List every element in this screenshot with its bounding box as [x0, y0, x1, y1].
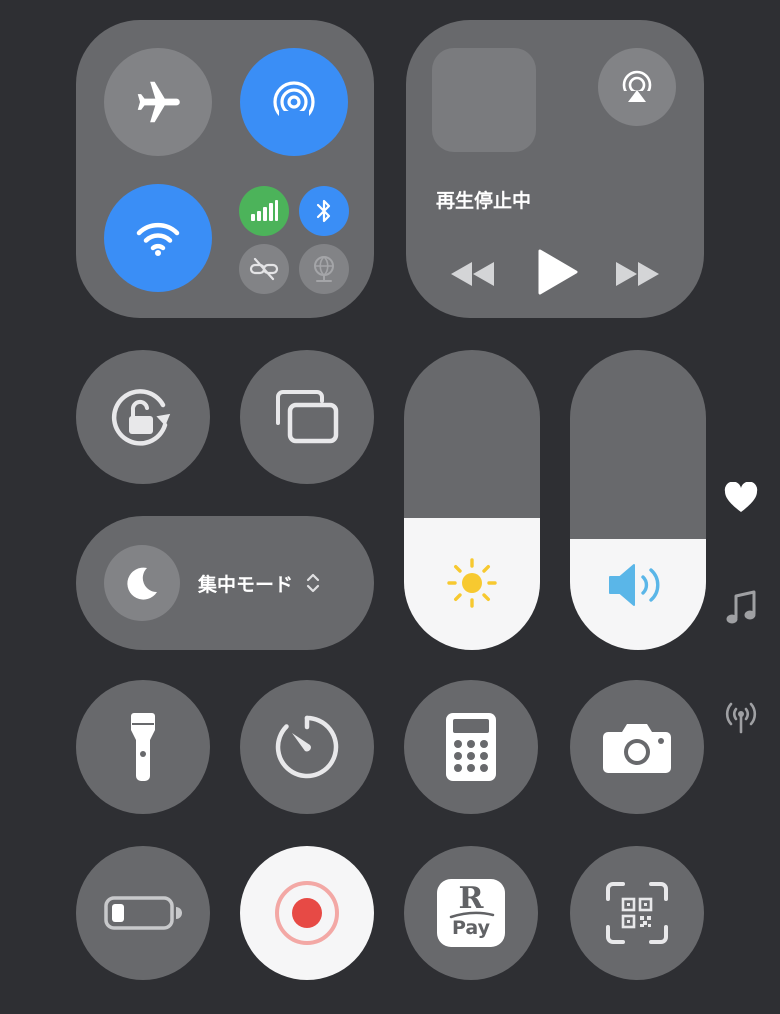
rakuten-pay-app-icon: R Pay — [437, 879, 505, 947]
timer-button[interactable] — [240, 680, 374, 814]
speaker-volume-icon — [609, 564, 660, 606]
flashlight-button[interactable] — [76, 680, 210, 814]
chevron-up-down-icon — [306, 573, 320, 593]
pay-logo-swoosh — [449, 911, 495, 919]
moon-icon — [127, 567, 157, 600]
bluetooth-icon — [316, 199, 331, 223]
link-off-icon — [249, 257, 279, 281]
camera-button[interactable] — [570, 680, 704, 814]
screen-mirroring-button[interactable] — [240, 350, 374, 484]
qr-scanner-icon — [606, 882, 668, 944]
bluetooth-button[interactable] — [299, 186, 349, 236]
album-artwork[interactable] — [432, 48, 536, 152]
play-icon — [538, 249, 578, 295]
low-power-mode-button[interactable] — [76, 846, 210, 980]
screen-mirroring-icon — [276, 390, 339, 444]
camera-icon — [603, 724, 671, 773]
volume-slider[interactable] — [570, 350, 706, 650]
heart-icon[interactable] — [724, 482, 758, 514]
moon-icon-bubble — [104, 545, 180, 621]
code-scanner-button[interactable] — [570, 846, 704, 980]
globe-network-icon — [314, 256, 334, 282]
flashlight-icon — [131, 713, 155, 781]
focus-mode-label: 集中モード — [198, 574, 294, 596]
airdrop-icon — [273, 81, 315, 125]
antenna-signal-icon[interactable] — [722, 700, 760, 734]
timer-icon — [275, 715, 339, 779]
sun-icon — [447, 558, 497, 608]
playback-status: 再生停止中 — [436, 190, 532, 212]
wifi-icon — [136, 222, 180, 256]
rotation-lock-icon — [111, 389, 171, 446]
airdrop-button[interactable] — [240, 48, 348, 156]
media-panel: 再生停止中 — [406, 20, 704, 318]
personal-hotspot-button[interactable] — [239, 244, 289, 294]
pay-logo-text: Pay — [451, 917, 491, 939]
airplay-button[interactable] — [598, 48, 676, 126]
orientation-lock-button[interactable] — [76, 350, 210, 484]
screen-recording-button[interactable] — [240, 846, 374, 980]
fast-forward-icon — [616, 262, 659, 286]
connectivity-panel — [76, 20, 374, 318]
focus-mode-button[interactable]: 集中モード — [76, 516, 374, 650]
brightness-slider[interactable] — [404, 350, 540, 650]
airplay-audio-icon — [622, 70, 652, 105]
cellular-signal-icon — [251, 200, 278, 221]
record-icon — [275, 881, 339, 945]
control-center: 再生停止中 集中モード R Pay — [0, 0, 780, 1014]
calculator-icon — [446, 713, 496, 781]
airplane-icon — [137, 81, 180, 123]
wifi-button[interactable] — [104, 184, 212, 292]
rakuten-pay-button[interactable]: R Pay — [404, 846, 538, 980]
calculator-button[interactable] — [404, 680, 538, 814]
battery-icon — [104, 896, 182, 930]
play-button[interactable] — [532, 246, 582, 298]
rewind-icon — [451, 262, 494, 286]
airplane-mode-button[interactable] — [104, 48, 212, 156]
music-note-icon[interactable] — [726, 590, 756, 626]
vpn-button[interactable] — [299, 244, 349, 294]
cellular-button[interactable] — [239, 186, 289, 236]
rewind-button[interactable] — [446, 254, 498, 294]
fast-forward-button[interactable] — [612, 254, 664, 294]
